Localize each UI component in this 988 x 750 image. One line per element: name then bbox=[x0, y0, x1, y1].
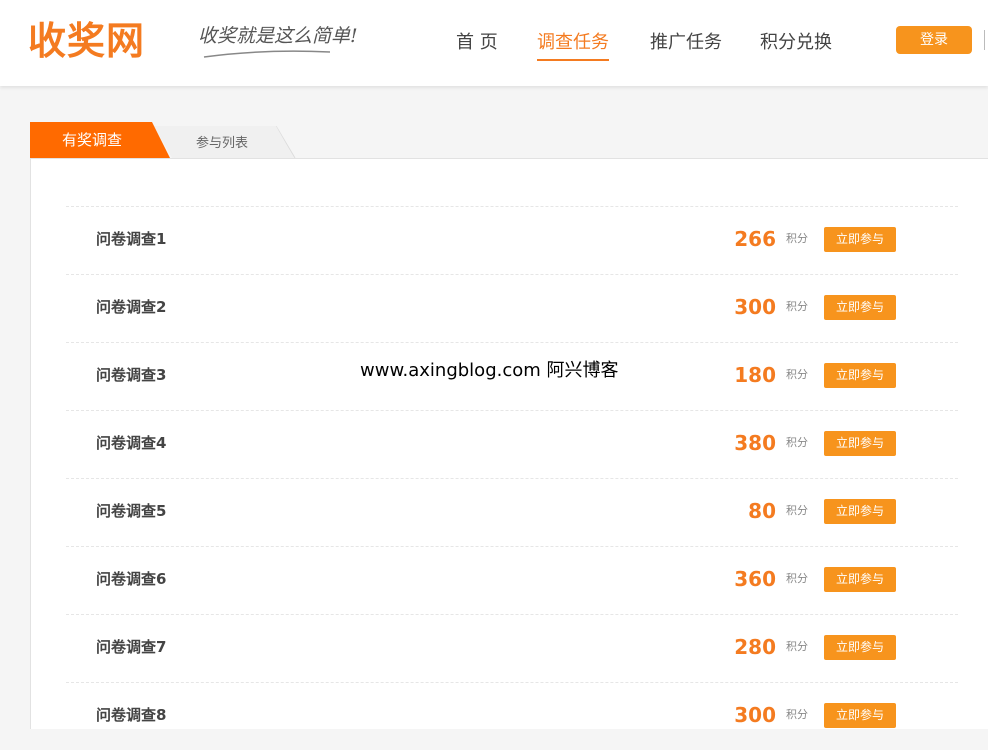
nav-item-points-exchange[interactable]: 积分兑换 bbox=[760, 28, 832, 58]
points-unit-label: 积分 bbox=[786, 368, 808, 381]
survey-title[interactable]: 问卷调查8 bbox=[96, 703, 166, 727]
survey-row: 问卷调查7 280 积分 立即参与 bbox=[66, 614, 958, 682]
tab-prize-survey[interactable]: 有奖调查 bbox=[30, 122, 170, 158]
survey-row: 问卷调查4 380 积分 立即参与 bbox=[66, 410, 958, 478]
join-survey-button[interactable]: 立即参与 bbox=[824, 703, 896, 728]
points-unit-label: 积分 bbox=[786, 504, 808, 517]
survey-panel: 问卷调查1 266 积分 立即参与 问卷调查2 300 积分 立即参与 问卷调查3 180 积分 立即… bbox=[30, 158, 988, 729]
slogan-swoosh-decoration bbox=[203, 50, 331, 58]
join-survey-button[interactable]: 立即参与 bbox=[824, 499, 896, 524]
survey-points: 360 bbox=[734, 567, 776, 591]
survey-title[interactable]: 问卷调查2 bbox=[96, 295, 166, 319]
header-edge-divider bbox=[984, 30, 988, 50]
survey-row: 问卷调查1 266 积分 立即参与 bbox=[66, 206, 958, 274]
watermark-text: www.axingblog.com 阿兴博客 bbox=[360, 360, 619, 381]
survey-points: 300 bbox=[734, 703, 776, 727]
survey-row: 问卷调查8 300 积分 立即参与 bbox=[66, 682, 958, 750]
survey-points: 266 bbox=[734, 227, 776, 251]
join-survey-button[interactable]: 立即参与 bbox=[824, 227, 896, 252]
survey-points: 280 bbox=[734, 635, 776, 659]
points-unit-label: 积分 bbox=[786, 640, 808, 653]
survey-row: 问卷调查2 300 积分 立即参与 bbox=[66, 274, 958, 342]
points-unit-label: 积分 bbox=[786, 708, 808, 721]
survey-row: 问卷调查5 80 积分 立即参与 bbox=[66, 478, 958, 546]
survey-list: 问卷调查1 266 积分 立即参与 问卷调查2 300 积分 立即参与 问卷调查3 180 积分 立即… bbox=[66, 206, 958, 750]
join-survey-button[interactable]: 立即参与 bbox=[824, 363, 896, 388]
survey-points: 380 bbox=[734, 431, 776, 455]
survey-points: 80 bbox=[748, 499, 776, 523]
survey-points: 180 bbox=[734, 363, 776, 387]
nav-item-promo-tasks[interactable]: 推广任务 bbox=[650, 28, 722, 58]
points-unit-label: 积分 bbox=[786, 300, 808, 313]
survey-title[interactable]: 问卷调查4 bbox=[96, 431, 166, 455]
points-unit-label: 积分 bbox=[786, 232, 808, 245]
survey-title[interactable]: 问卷调查1 bbox=[96, 227, 166, 251]
nav-item-survey-tasks[interactable]: 调查任务 bbox=[537, 28, 609, 61]
site-logo[interactable]: 收奖网 bbox=[28, 18, 145, 64]
tab-bar: 参与列表 有奖调查 bbox=[30, 122, 988, 159]
survey-points: 300 bbox=[734, 295, 776, 319]
points-unit-label: 积分 bbox=[786, 572, 808, 585]
join-survey-button[interactable]: 立即参与 bbox=[824, 567, 896, 592]
join-survey-button[interactable]: 立即参与 bbox=[824, 635, 896, 660]
points-unit-label: 积分 bbox=[786, 436, 808, 449]
join-survey-button[interactable]: 立即参与 bbox=[824, 431, 896, 456]
login-button[interactable]: 登录 bbox=[896, 26, 972, 54]
survey-title[interactable]: 问卷调查6 bbox=[96, 567, 166, 591]
survey-title[interactable]: 问卷调查7 bbox=[96, 635, 166, 659]
nav-item-home[interactable]: 首 页 bbox=[456, 28, 498, 58]
survey-title[interactable]: 问卷调查5 bbox=[96, 499, 166, 523]
survey-title[interactable]: 问卷调查3 bbox=[96, 363, 166, 387]
join-survey-button[interactable]: 立即参与 bbox=[824, 295, 896, 320]
survey-row: 问卷调查6 360 积分 立即参与 bbox=[66, 546, 958, 614]
site-slogan: 收奖就是这么简单! bbox=[198, 25, 358, 47]
tab-participation-list[interactable]: 参与列表 bbox=[154, 126, 294, 158]
site-header: 收奖网 收奖就是这么简单! 首 页 调查任务 推广任务 积分兑换 登录 bbox=[0, 0, 988, 86]
